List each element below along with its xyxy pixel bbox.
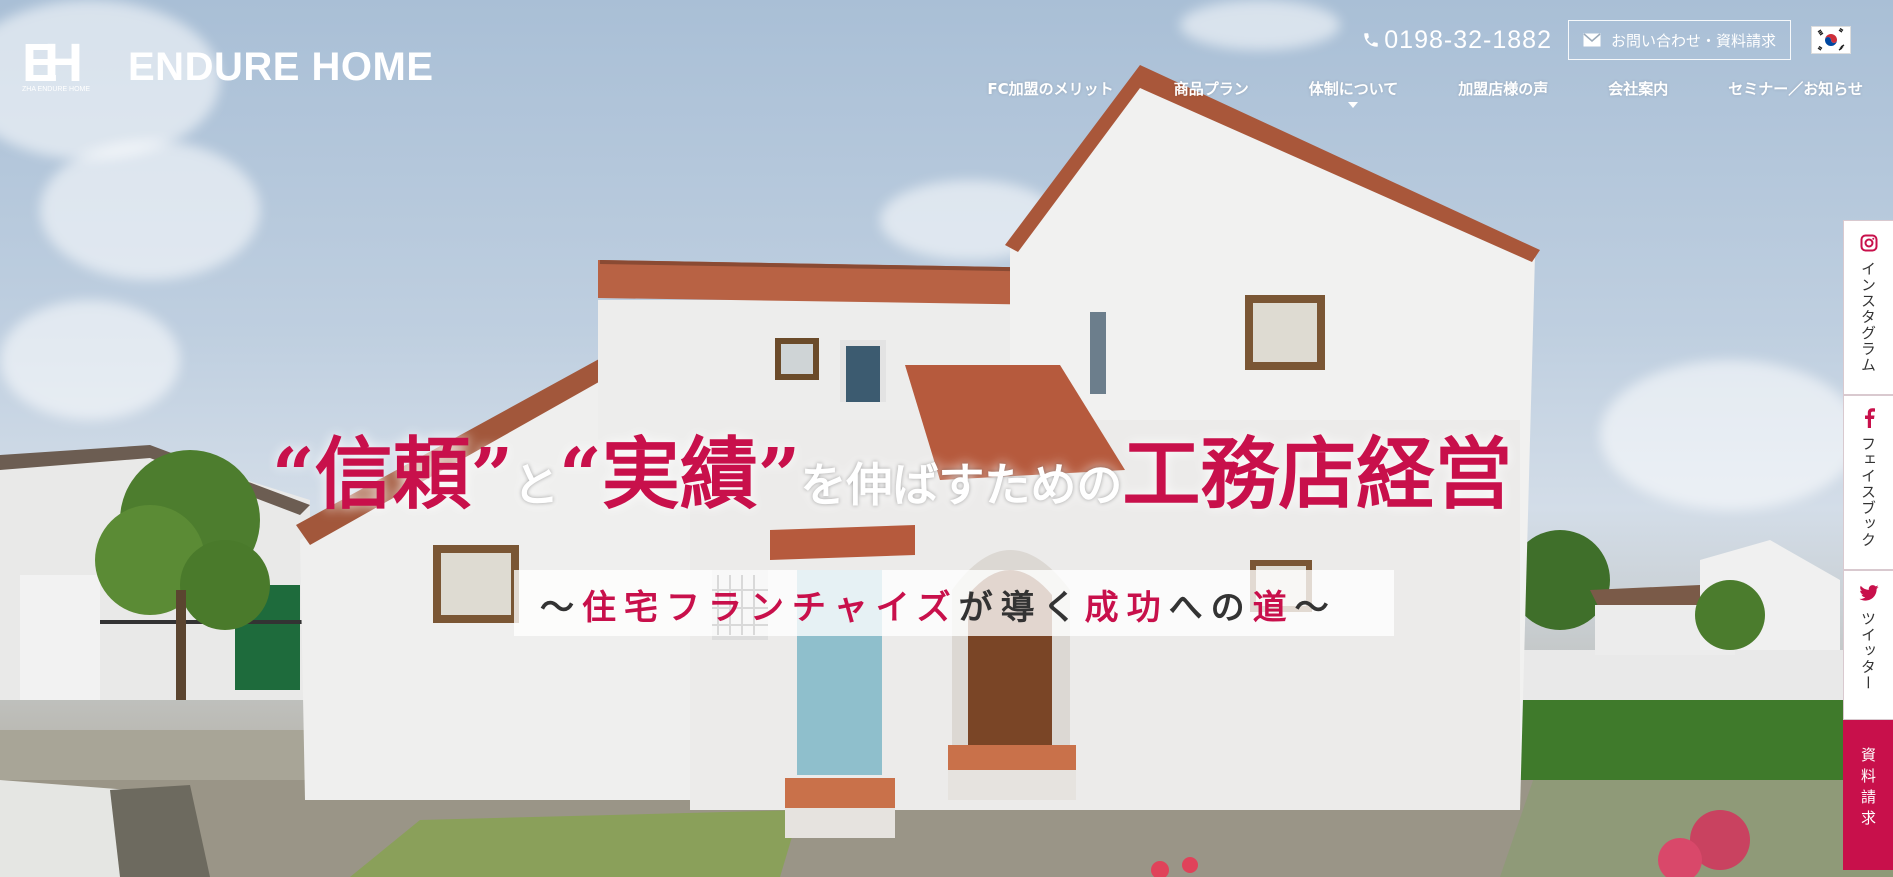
mail-icon <box>1583 33 1601 47</box>
instagram-icon <box>1859 233 1879 253</box>
subheadline-tilde-open: ～ <box>540 588 582 628</box>
hero-headline: “ 信頼 ” と “ 実績 ” を伸ばすための 工務店経営 <box>272 436 1512 514</box>
phone-number: 0198-32-1882 <box>1384 25 1552 54</box>
headline-middle: を伸ばすための <box>800 458 1123 512</box>
subheadline-success: 成功 <box>1084 588 1169 628</box>
subheadline-leads: が導く <box>958 588 1085 628</box>
nav-item-label: 商品プラン <box>1173 80 1249 98</box>
side-social-tabs: インスタグラム フェイスブック ツイッター 資料請求 <box>1843 220 1893 870</box>
nav-item-label: セミナー／お知らせ <box>1728 80 1863 98</box>
headline-quote-open: “ <box>559 433 602 519</box>
side-tab-label: ツイッター <box>1859 611 1877 691</box>
side-tab-label: インスタグラム <box>1859 261 1877 373</box>
facebook-icon <box>1859 408 1879 428</box>
side-tab-facebook[interactable]: フェイスブック <box>1843 395 1893 570</box>
nav-item-label: 会社案内 <box>1608 80 1669 98</box>
headline-word-achievement: 実績 <box>601 430 758 520</box>
nav-item-label: 加盟店様の声 <box>1458 80 1549 98</box>
nav-item-seminar-news[interactable]: セミナー／お知らせ <box>1728 78 1863 99</box>
nav-item-product-plan[interactable]: 商品プラン <box>1174 78 1249 99</box>
side-tab-instagram[interactable]: インスタグラム <box>1843 220 1893 395</box>
nav-item-fc-merit[interactable]: FC加盟のメリット <box>987 78 1113 99</box>
inquiry-button[interactable]: お問い合わせ・資料請求 <box>1567 20 1791 60</box>
side-tab-label: 資料請求 <box>1859 747 1877 831</box>
headline-to: と <box>513 458 560 512</box>
side-tab-twitter[interactable]: ツイッター <box>1843 570 1893 720</box>
korea-flag-icon[interactable] <box>1811 26 1851 54</box>
side-tab-request-materials[interactable]: 資料請求 <box>1843 720 1893 870</box>
subheadline-to: への <box>1168 588 1253 628</box>
caret-down-icon <box>1348 102 1359 108</box>
hero-subheadline: ～ 住宅フランチャイズ が導く 成功 への 道 ～ <box>540 580 1337 629</box>
nav-item-system[interactable]: 体制について <box>1308 78 1399 108</box>
nav-item-company[interactable]: 会社案内 <box>1608 78 1668 99</box>
subheadline-tilde-close: ～ <box>1294 588 1337 628</box>
twitter-icon <box>1858 583 1879 603</box>
subheadline-franchise: 住宅フランチャイズ <box>582 588 959 628</box>
headline-word-trust: 信頼 <box>314 430 471 520</box>
main-nav: FC加盟のメリット 商品プラン 体制について 加盟店様の声 会社案内 セミナー／… <box>987 78 1863 108</box>
nav-item-label: 体制について <box>1308 80 1399 98</box>
nav-item-label: FC加盟のメリット <box>987 80 1114 98</box>
phone-link[interactable]: 0198-32-1882 <box>1362 26 1552 55</box>
logo[interactable]: EH ZHA ENDURE HOME ENDURE HOME <box>22 36 434 96</box>
headline-word-management: 工務店経営 <box>1122 430 1513 520</box>
logo-mark-text: EH <box>22 33 83 93</box>
headline-quote-close: ” <box>470 433 514 519</box>
phone-icon <box>1364 33 1379 47</box>
inquiry-label: お問い合わせ・資料請求 <box>1610 31 1776 50</box>
header-contact: 0198-32-1882 お問い合わせ・資料請求 <box>1362 20 1851 60</box>
headline-quote-open: “ <box>272 433 315 519</box>
headline-quote-close: ” <box>757 433 801 519</box>
nav-item-member-voices[interactable]: 加盟店様の声 <box>1458 78 1548 99</box>
logo-small-text: ZHA ENDURE HOME <box>22 86 91 93</box>
brand-name: ENDURE HOME <box>128 44 434 89</box>
logo-mark: EH ZHA ENDURE HOME <box>22 36 94 96</box>
side-tab-label: フェイスブック <box>1859 436 1877 548</box>
subheadline-road: 道 <box>1252 588 1295 628</box>
